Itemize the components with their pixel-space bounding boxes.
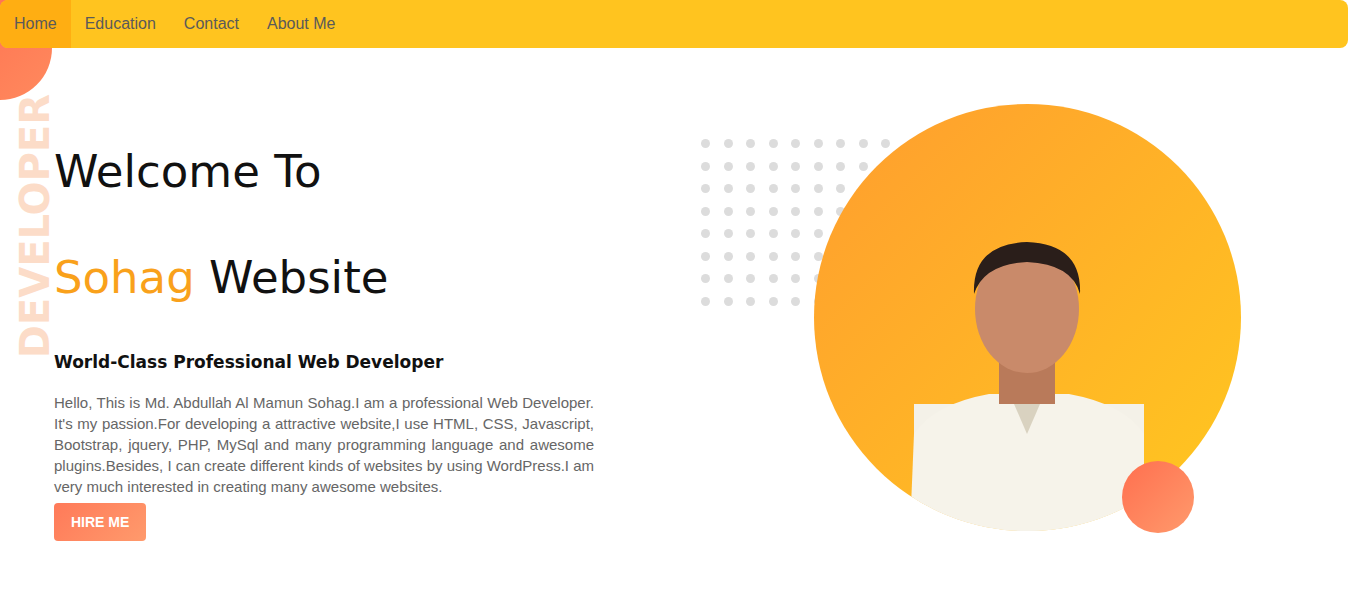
name-highlight: Sohag [54,251,195,304]
nav-item[interactable]: Home [0,0,71,48]
hire-me-button[interactable]: HIRE ME [54,503,146,541]
nav-item[interactable]: About Me [253,0,349,48]
intro: Welcome To Sohag Website World-Class Profe… [54,48,594,541]
hero: DEVELOPERWelcome To Sohag Website World-Cl… [0,48,1348,592]
page: HomeEducationContactAbout MeDEVELOPERWel… [0,0,1348,592]
site-title: Sohag Website [54,250,388,306]
greeting: Welcome To [54,144,322,200]
subtitle: World-Class Professional Web Developer [54,348,443,376]
nav-item[interactable]: Contact [170,0,253,48]
nav-bar: HomeEducationContactAbout Me [0,0,1348,48]
accent-circle [1122,461,1194,533]
intro-text: Hello, This is Md. Abdullah Al Mamun Soh… [54,392,594,497]
watermark: DEVELOPER [12,94,58,358]
nav-item[interactable]: Education [71,0,170,48]
